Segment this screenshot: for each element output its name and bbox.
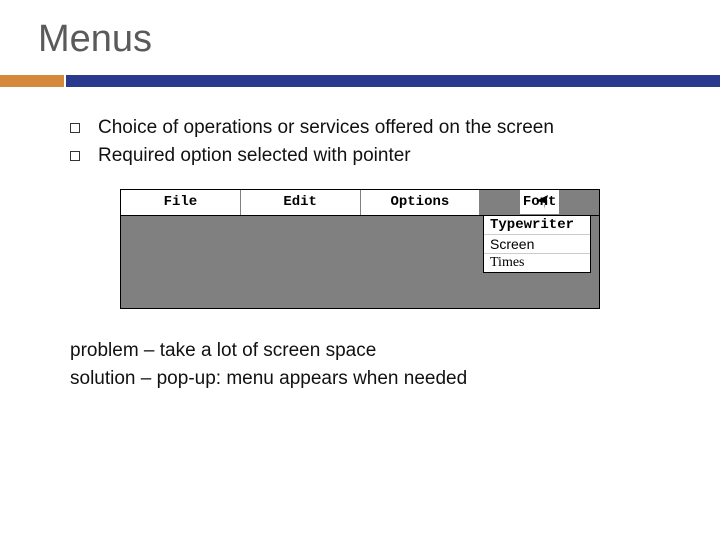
bullet-text: Choice of operations or services offered… [98,117,554,139]
bullet-icon [70,123,80,133]
bullet-list: Choice of operations or services offered… [70,117,672,167]
menu-font[interactable]: Font [480,190,599,215]
menu-options[interactable]: Options [361,190,481,215]
menu-window: File Edit Options Font Typewriter Screen… [120,189,600,309]
accent-bar [0,75,720,87]
dropdown-item-screen[interactable]: Screen [484,235,590,254]
list-item: Choice of operations or services offered… [70,117,672,139]
dropdown-item-times[interactable]: Times [484,254,590,272]
menu-body: Typewriter Screen Times [121,216,599,308]
dropdown-item-typewriter[interactable]: Typewriter [484,216,590,235]
bullet-text: Required option selected with pointer [98,145,411,167]
accent-orange [0,75,64,87]
notes: problem – take a lot of screen space sol… [70,337,672,392]
list-item: Required option selected with pointer [70,145,672,167]
menu-bar: File Edit Options Font [121,190,599,216]
menu-file[interactable]: File [121,190,241,215]
slide-title: Menus [38,18,682,61]
bullet-icon [70,151,80,161]
note-problem: problem – take a lot of screen space [70,337,672,365]
menu-figure: File Edit Options Font Typewriter Screen… [120,189,600,309]
note-solution: solution – pop-up: menu appears when nee… [70,365,672,393]
accent-blue [66,75,720,87]
menu-edit[interactable]: Edit [241,190,361,215]
font-dropdown: Typewriter Screen Times [483,216,591,273]
